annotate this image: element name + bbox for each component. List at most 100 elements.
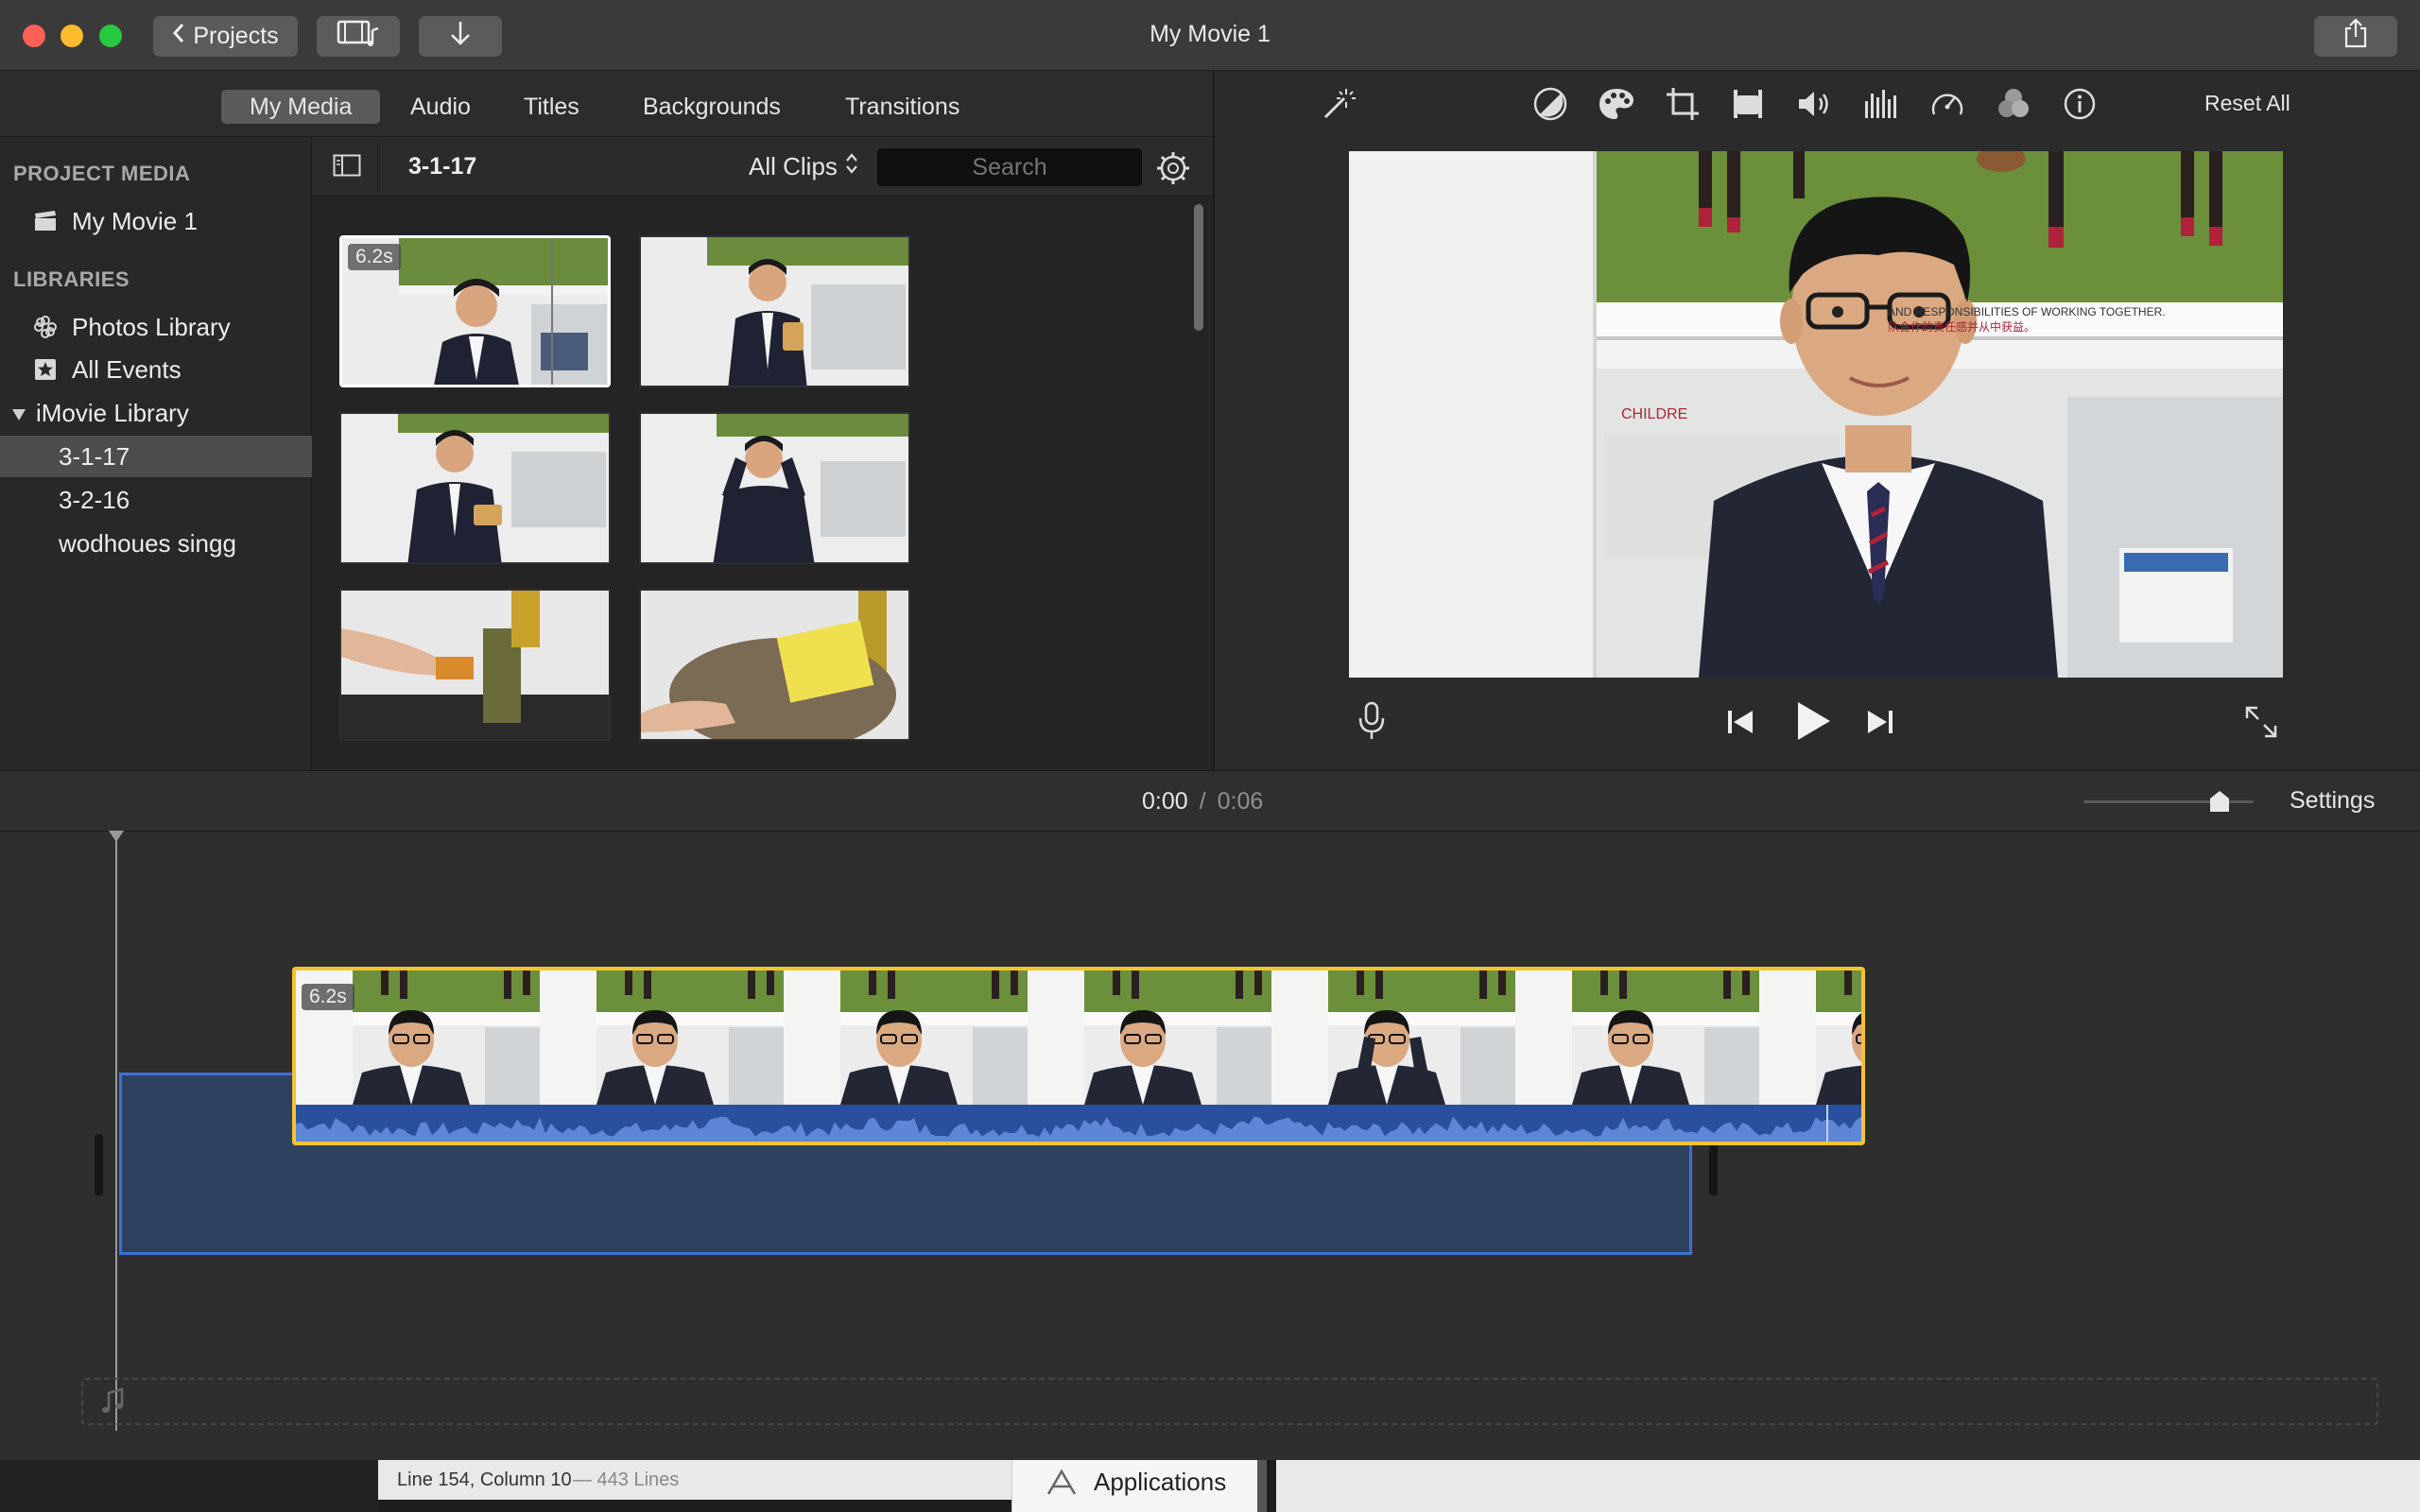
skip-forward-icon	[1866, 711, 1894, 741]
clip-6-frame	[641, 591, 908, 739]
playhead[interactable]	[115, 832, 117, 1431]
sidebar-item-event-3-2-16[interactable]: 3-2-16	[0, 479, 312, 521]
color-correction-button[interactable]	[1596, 85, 1637, 127]
play-button[interactable]	[1794, 699, 1832, 743]
noise-equalizer-button[interactable]	[1860, 85, 1902, 127]
media-grid: 6.2s	[312, 197, 1213, 770]
color-balance-icon	[1532, 86, 1568, 127]
clapperboard-icon	[32, 208, 59, 234]
libraries-header: LIBRARIES	[13, 267, 130, 291]
editor-cursor-position: Line 154, Column 10	[397, 1469, 572, 1490]
time-separator: /	[1199, 788, 1206, 815]
imovie-window: Projects My Movie 1 My Media Audio Title…	[0, 0, 2420, 1460]
reset-all-button[interactable]: Reset All	[2204, 91, 2290, 116]
playhead-marker[interactable]	[108, 830, 125, 843]
tab-transitions[interactable]: Transitions	[817, 90, 988, 124]
current-time: 0:00	[1142, 788, 1188, 815]
clip-filter-popup[interactable]: All Clips	[749, 151, 858, 182]
timeline-zoom-slider[interactable]	[2083, 790, 2254, 813]
title-bar: Projects My Movie 1	[0, 0, 2420, 71]
star-box-icon	[32, 356, 59, 383]
media-clip-4[interactable]	[639, 412, 910, 564]
clip-filmstrip	[296, 971, 1861, 1105]
audio-waveform	[296, 1105, 1861, 1142]
browser-tab-bar: My Media Audio Titles Backgrounds Transi…	[0, 71, 1213, 137]
total-time: 0:06	[1217, 788, 1264, 815]
timeline-video-clip[interactable]: 6.2s	[292, 967, 1865, 1145]
media-clip-2[interactable]	[639, 235, 910, 387]
sidebar-item-label: My Movie 1	[72, 206, 198, 235]
window-title: My Movie 1	[1150, 21, 1270, 47]
info-icon	[2063, 87, 2097, 126]
clip-3-frame	[341, 414, 609, 562]
enhance-button[interactable]	[1318, 85, 1359, 127]
background-music-well[interactable]	[81, 1378, 2378, 1425]
scrollbar-thumb[interactable]	[1194, 204, 1203, 331]
crop-button[interactable]	[1662, 85, 1703, 127]
speed-button[interactable]	[1927, 85, 1968, 127]
skip-back-button[interactable]	[1726, 707, 1754, 737]
sidebar-item-event-wodhoues-singg[interactable]: wodhoues singg	[0, 523, 312, 564]
poster-text-1: AND RESPONSIBILITIES OF WORKING TOGETHER…	[1888, 305, 2166, 318]
skip-forward-button[interactable]	[1866, 707, 1894, 737]
share-icon	[2343, 18, 2368, 55]
media-clip-3[interactable]	[339, 412, 611, 564]
overlay-circles-icon	[1996, 86, 2031, 127]
zoom-slider-knob[interactable]	[2209, 790, 2230, 813]
play-icon	[1794, 702, 1832, 747]
browser-settings-button[interactable]	[1155, 150, 1191, 186]
stabilization-button[interactable]	[1728, 85, 1770, 127]
crop-icon	[1665, 86, 1701, 127]
filmstrip-frames	[296, 971, 1861, 1105]
tab-audio[interactable]: Audio	[382, 90, 499, 124]
clip-4-frame	[641, 414, 908, 562]
media-scrollbar[interactable]	[1189, 197, 1208, 770]
sidebar-item-event-3-1-17[interactable]: 3-1-17	[0, 436, 312, 477]
clip-2-frame	[641, 237, 908, 386]
expand-arrows-icon	[2244, 706, 2278, 743]
voiceover-button[interactable]	[1356, 701, 1388, 741]
poster-text-2: 队合作的责任感并从中获益。	[1888, 319, 2035, 334]
video-viewer[interactable]: AND RESPONSIBILITIES OF WORKING TOGETHER…	[1349, 151, 2283, 678]
music-note-icon	[100, 1387, 125, 1420]
tab-titles[interactable]: Titles	[495, 90, 608, 124]
tab-my-media[interactable]: My Media	[221, 90, 381, 124]
background-windows: Line 154, Column 10 — 443 Lines Applicat…	[0, 1460, 2420, 1512]
sidebar-item-imovie-library[interactable]: iMovie Library	[0, 392, 312, 434]
equalizer-icon	[1863, 88, 1899, 125]
disclosure-triangle-icon[interactable]	[11, 399, 26, 428]
sidebar-item-project[interactable]: My Movie 1	[0, 200, 312, 242]
clip-duration-badge: 6.2s	[348, 244, 401, 270]
timeline-settings-button[interactable]: Settings	[2290, 787, 2375, 815]
sidebar-item-photos-library[interactable]: Photos Library	[0, 306, 312, 348]
background-window-strip	[0, 1460, 378, 1512]
clip-info-button[interactable]	[2059, 85, 2100, 127]
volume-button[interactable]	[1794, 85, 1836, 127]
clip-duration-badge: 6.2s	[302, 984, 354, 1010]
text-editor-status-bar: Line 154, Column 10 — 443 Lines	[378, 1460, 1011, 1500]
finder-sidebar: Applications	[1011, 1460, 1267, 1512]
sidebar-item-label: 3-2-16	[59, 485, 130, 514]
speaker-icon	[1796, 88, 1834, 125]
tab-backgrounds[interactable]: Backgrounds	[614, 90, 809, 124]
media-clip-5[interactable]	[339, 589, 611, 741]
search-input[interactable]	[877, 148, 1142, 186]
magic-wand-icon	[1320, 85, 1357, 128]
video-overlay-button[interactable]	[1993, 85, 2034, 127]
sidebar-item-all-events[interactable]: All Events	[0, 349, 312, 390]
poster-text-3: CHILDRE	[1621, 406, 1687, 422]
finder-item-applications[interactable]: Applications	[1094, 1468, 1226, 1497]
left-trim-handle[interactable]	[95, 1134, 103, 1195]
share-button[interactable]	[2314, 16, 2397, 57]
editor-line-count: — 443 Lines	[573, 1469, 680, 1490]
timeline-toolbar: 0:00 / 0:06 Settings	[0, 770, 2420, 832]
media-browser-bar: 3-1-17 All Clips	[312, 137, 1213, 197]
sidebar-icon	[333, 154, 361, 181]
gear-icon	[1155, 152, 1191, 190]
library-sidebar: PROJECT MEDIA My Movie 1 LIBRARIES Photo…	[0, 137, 312, 770]
color-balance-button[interactable]	[1530, 85, 1571, 127]
media-clip-6[interactable]	[639, 589, 910, 741]
toggle-sidebar-button[interactable]	[316, 143, 378, 192]
media-clip-1[interactable]: 6.2s	[339, 235, 611, 387]
fullscreen-button[interactable]	[2244, 705, 2278, 739]
